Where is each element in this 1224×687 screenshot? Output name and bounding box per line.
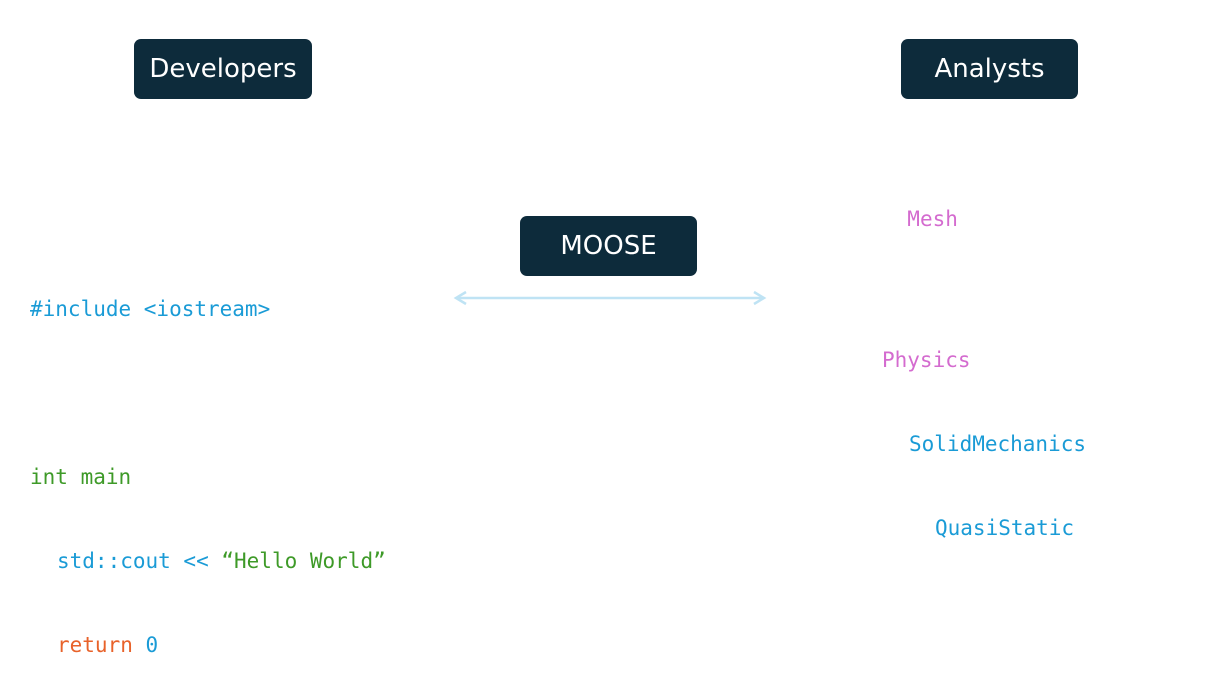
physics-line: Physics xyxy=(882,346,1086,374)
return-value: 0 xyxy=(132,633,159,657)
include-directive: #include <iostream> xyxy=(30,297,271,321)
code-line-cout: std::cout << “Hello World” xyxy=(30,547,386,575)
code-line-main: int main xyxy=(30,463,386,491)
solid-mechanics-line: SolidMechanics xyxy=(882,430,1086,458)
hello-world-string: “Hello World” xyxy=(221,549,386,573)
developer-code-snippet: #include <iostream> int main std::cout <… xyxy=(30,239,386,687)
analysts-label: Analysts xyxy=(934,54,1045,84)
physics-block: Physics xyxy=(882,348,971,372)
developers-box: Developers xyxy=(134,39,312,99)
analyst-input-mesh: Mesh xyxy=(882,177,958,233)
developers-label: Developers xyxy=(149,54,297,84)
analysts-box: Analysts xyxy=(901,39,1078,99)
double-headed-arrow-icon xyxy=(453,290,767,306)
code-line-return: return 0 xyxy=(30,631,386,659)
analyst-input-physics: Physics SolidMechanics QuasiStatic xyxy=(882,290,1086,570)
quasi-static-line: QuasiStatic xyxy=(882,514,1086,542)
main-name: main xyxy=(67,465,132,489)
mesh-block: Mesh xyxy=(907,207,958,231)
moose-label: MOOSE xyxy=(560,231,657,261)
cout-statement: std::cout << xyxy=(57,549,222,573)
quasi-static-block: QuasiStatic xyxy=(935,516,1075,540)
moose-box: MOOSE xyxy=(520,216,697,276)
return-keyword: return xyxy=(57,633,133,657)
code-line-include: #include <iostream> xyxy=(30,295,386,323)
int-keyword: int xyxy=(30,465,68,489)
solid-mechanics-block: SolidMechanics xyxy=(909,432,1087,456)
